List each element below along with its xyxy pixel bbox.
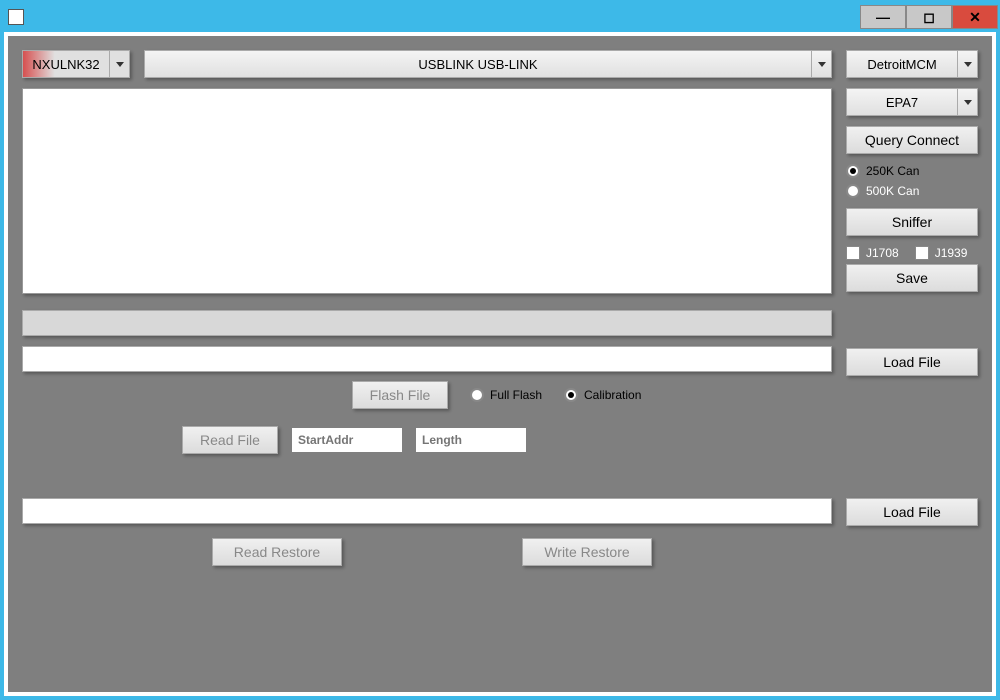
query-connect-button[interactable]: Query Connect xyxy=(846,126,978,154)
radio-icon xyxy=(564,388,578,402)
device-dropdown-text: USBLINK USB-LINK xyxy=(145,51,811,77)
j1939-label: J1939 xyxy=(935,246,968,260)
chevron-down-icon xyxy=(811,51,831,77)
file-path-field-2[interactable] xyxy=(22,498,832,524)
progress-field xyxy=(22,310,832,336)
start-addr-input[interactable] xyxy=(292,428,402,452)
device-dropdown[interactable]: USBLINK USB-LINK xyxy=(144,50,832,78)
load-file-button-1[interactable]: Load File xyxy=(846,348,978,376)
module-dropdown-text: DetroitMCM xyxy=(847,51,957,77)
write-restore-button[interactable]: Write Restore xyxy=(522,538,652,566)
adapter-dropdown-text: NXULNK32 xyxy=(23,51,109,77)
radio-icon xyxy=(846,164,860,178)
chevron-down-icon xyxy=(957,51,977,77)
can-250k-radio[interactable]: 250K Can xyxy=(846,164,978,178)
maximize-button[interactable]: ◻ xyxy=(906,5,952,29)
chevron-down-icon xyxy=(957,89,977,115)
j1708-label: J1708 xyxy=(866,246,899,260)
full-flash-radio[interactable]: Full Flash xyxy=(470,388,542,402)
chevron-down-icon xyxy=(109,51,129,77)
log-textarea[interactable] xyxy=(22,88,832,294)
can-250k-label: 250K Can xyxy=(866,164,919,178)
radio-icon xyxy=(470,388,484,402)
sniffer-button[interactable]: Sniffer xyxy=(846,208,978,236)
minimize-button[interactable]: — xyxy=(860,5,906,29)
load-file-button-2[interactable]: Load File xyxy=(846,498,978,526)
app-window: — ◻ ✕ NXULNK32 USBLINK USB-LINK DetroitM… xyxy=(0,0,1000,700)
close-button[interactable]: ✕ xyxy=(952,5,998,29)
form-panel: NXULNK32 USBLINK USB-LINK DetroitMCM xyxy=(8,36,992,692)
adapter-dropdown[interactable]: NXULNK32 xyxy=(22,50,130,78)
flash-file-button[interactable]: Flash File xyxy=(352,381,448,409)
module-dropdown[interactable]: DetroitMCM xyxy=(846,50,978,78)
client-area: NXULNK32 USBLINK USB-LINK DetroitMCM xyxy=(4,32,996,696)
radio-icon xyxy=(846,184,860,198)
full-flash-label: Full Flash xyxy=(490,388,542,402)
calibration-radio[interactable]: Calibration xyxy=(564,388,641,402)
can-500k-radio[interactable]: 500K Can xyxy=(846,184,978,198)
length-input[interactable] xyxy=(416,428,526,452)
can-500k-label: 500K Can xyxy=(866,184,919,198)
epa-dropdown[interactable]: EPA7 xyxy=(846,88,978,116)
checkbox-icon xyxy=(846,246,860,260)
titlebar: — ◻ ✕ xyxy=(2,2,998,32)
j1939-checkbox[interactable]: J1939 xyxy=(915,246,968,260)
epa-dropdown-text: EPA7 xyxy=(847,89,957,115)
read-file-button[interactable]: Read File xyxy=(182,426,278,454)
save-button[interactable]: Save xyxy=(846,264,978,292)
j1708-checkbox[interactable]: J1708 xyxy=(846,246,899,260)
read-restore-button[interactable]: Read Restore xyxy=(212,538,342,566)
calibration-label: Calibration xyxy=(584,388,641,402)
file-path-field-1[interactable] xyxy=(22,346,832,372)
checkbox-icon xyxy=(915,246,929,260)
app-icon xyxy=(8,9,24,25)
